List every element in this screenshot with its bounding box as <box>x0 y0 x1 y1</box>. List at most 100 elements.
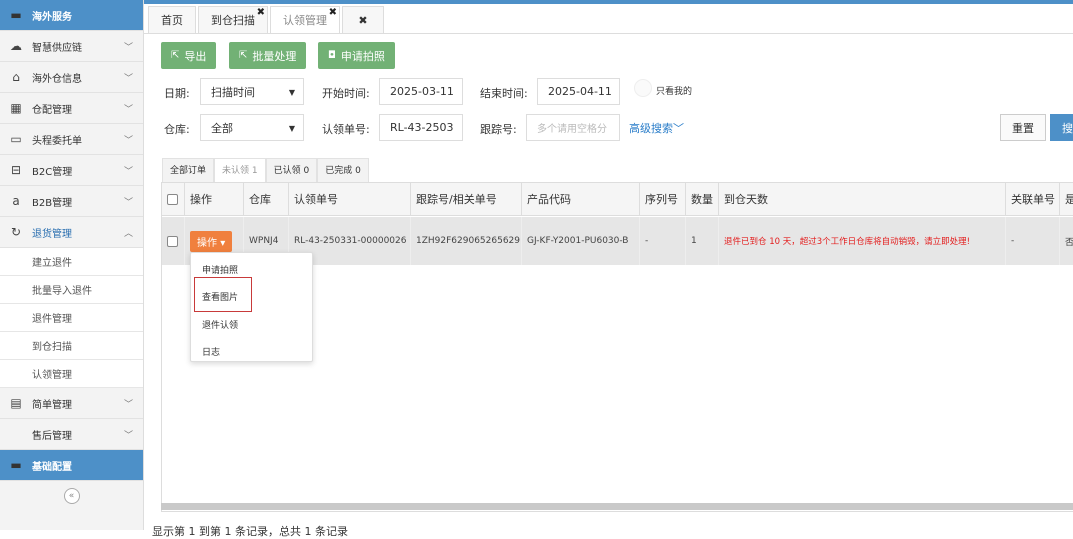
sidebar-item-b2c[interactable]: ⊟ B2C管理 ﹀ <box>0 155 143 186</box>
cell-quantity: 1 <box>686 217 719 265</box>
folder-icon: ▬ <box>10 8 22 22</box>
sidebar-sub-return-management[interactable]: 退件管理 <box>0 304 143 332</box>
chevron-down-icon: ﹀ <box>123 74 133 84</box>
chevron-up-icon: ︿ <box>123 229 133 239</box>
chevron-down-icon: ﹀ <box>123 198 133 208</box>
briefcase-icon: ▭ <box>10 132 22 146</box>
cell-product-code: GJ-KF-Y2001-PU6030-B <box>522 217 640 265</box>
sidebar-item-simple[interactable]: ▤ 简单管理 ﹀ <box>0 388 143 419</box>
col-extra: 是 <box>1065 193 1073 206</box>
refresh-icon: ↻ <box>10 225 22 239</box>
advanced-search-link[interactable]: 高级搜索﹀ <box>629 120 684 136</box>
file-icon: ▤ <box>10 396 22 410</box>
caret-down-icon: ▾ <box>220 237 226 249</box>
sidebar-sub-create-return[interactable]: 建立退件 <box>0 248 143 276</box>
close-icon[interactable]: ✖ <box>257 0 265 26</box>
chevron-down-icon: ﹀ <box>123 105 133 115</box>
col-claim-number: 认领单号 <box>289 183 411 215</box>
date-label: 日期: <box>164 87 190 100</box>
tab-home[interactable]: 首页 <box>148 6 196 33</box>
camera-icon: ◘ <box>328 50 336 61</box>
col-tracking: 跟踪号/相关单号 <box>411 183 522 215</box>
select-all-checkbox[interactable] <box>167 193 178 205</box>
collapse-icon[interactable]: « <box>63 488 80 504</box>
sidebar-item-supply-chain[interactable]: ☁ 智慧供应链 ﹀ <box>0 31 143 62</box>
batch-process-button[interactable]: ⇱ 批量处理 <box>229 42 307 69</box>
menu-item-claim-return[interactable]: 退件认领 <box>202 318 238 331</box>
amazon-icon: a <box>12 194 20 208</box>
tab-arrival-scan[interactable]: 到仓扫描 ✖ <box>198 6 268 33</box>
search-button[interactable]: 搜 <box>1050 114 1073 141</box>
sidebar-item-returns[interactable]: ↻ 退货管理 ︿ <box>0 217 143 248</box>
sidebar-item-base-config[interactable]: ▬ 基础配置 <box>0 450 143 481</box>
col-product-code: 产品代码 <box>522 183 640 215</box>
cell-tracking: 1ZH92F629065265629 <box>411 217 522 265</box>
claim-number-label: 认领单号: <box>322 123 370 136</box>
claim-number-input[interactable]: RL-43-2503 <box>379 114 463 141</box>
home-icon: ⌂ <box>12 70 20 84</box>
chevron-down-icon: ﹀ <box>123 400 133 410</box>
reset-button[interactable]: 重置 <box>1000 114 1046 141</box>
cell-days-warning: 退件已到仓 10 天，超过3个工作日仓库将自动销毁，请立即处理! <box>719 217 1006 265</box>
sidebar-collapse[interactable]: « <box>0 481 143 511</box>
sidebar-sub-arrival-scan[interactable]: 到仓扫描 <box>0 332 143 360</box>
warehouse-select[interactable]: 全部 ▼ <box>200 114 304 141</box>
caret-down-icon: ▼ <box>288 124 295 133</box>
sidebar: ▬ 海外服务 ☁ 智慧供应链 ﹀ ⌂ 海外仓信息 ﹀ ▦ 仓配管理 ﹀ ▭ 头程委托单 ﹀ ⊟ B2… <box>0 0 144 530</box>
start-time-input[interactable]: 2025-03-11 <box>379 78 463 105</box>
select-all-cell <box>162 183 185 215</box>
tab-bar: 首页 到仓扫描 ✖ 认领管理 ✖ ✖ <box>148 6 386 33</box>
table-header: 操作 仓库 认领单号 跟踪号/相关单号 产品代码 序列号 数量 到仓天数 关联单… <box>162 183 1073 216</box>
status-tabs: 全部订单 未认领 1 已认领 0 已完成 0 <box>162 158 369 182</box>
only-mine-radio[interactable] <box>634 79 652 97</box>
sidebar-item-after-sales[interactable]: 售后管理 ﹀ <box>0 419 143 450</box>
start-time-label: 开始时间: <box>322 87 370 100</box>
end-time-input[interactable]: 2025-04-11 <box>537 78 620 105</box>
close-icon: ✖ <box>358 14 368 27</box>
sidebar-item-b2b[interactable]: a B2B管理 ﹀ <box>0 186 143 217</box>
pagination-info: 显示第 1 到第 1 条记录，总共 1 条记录 <box>152 525 348 538</box>
sidebar-item-distribution[interactable]: ▦ 仓配管理 ﹀ <box>0 93 143 124</box>
chevron-down-icon: ﹀ <box>123 431 133 441</box>
col-operation: 操作 <box>185 183 244 215</box>
menu-item-request-photo[interactable]: 申请拍照 <box>202 263 238 276</box>
sidebar-item-warehouse-info[interactable]: ⌂ 海外仓信息 ﹀ <box>0 62 143 93</box>
cell-serial: - <box>640 217 686 265</box>
menu-item-log[interactable]: 日志 <box>202 345 220 358</box>
sidebar-sub-batch-import[interactable]: 批量导入退件 <box>0 276 143 304</box>
cell-extra: 否 <box>1065 237 1073 248</box>
col-quantity: 数量 <box>686 183 719 215</box>
warehouse-label: 仓库: <box>164 123 190 136</box>
date-type-select[interactable]: 扫描时间 ▼ <box>200 78 304 105</box>
sidebar-header-overseas[interactable]: ▬ 海外服务 <box>0 0 143 31</box>
row-checkbox[interactable] <box>167 235 178 247</box>
caret-down-icon: ▼ <box>288 88 295 97</box>
sidebar-item-first-leg[interactable]: ▭ 头程委托单 ﹀ <box>0 124 143 155</box>
close-icon[interactable]: ✖ <box>329 0 337 26</box>
col-related: 关联单号 <box>1006 183 1060 215</box>
col-days: 到仓天数 <box>719 183 1006 215</box>
tab-close-all[interactable]: ✖ <box>342 6 384 33</box>
only-mine-label: 只看我的 <box>656 87 693 97</box>
chevron-down-icon: ﹀ <box>123 43 133 53</box>
tracking-label: 跟踪号: <box>480 123 517 136</box>
top-bar <box>144 0 1073 4</box>
export-button[interactable]: ⇱ 导出 <box>161 42 217 69</box>
tab-completed[interactable]: 已完成 0 <box>317 158 369 182</box>
horizontal-scrollbar[interactable] <box>161 503 1073 510</box>
col-serial: 序列号 <box>640 183 686 215</box>
export-icon: ⇱ <box>171 50 180 61</box>
grid-icon: ▦ <box>10 101 22 115</box>
tab-claim-management[interactable]: 认领管理 ✖ <box>270 6 340 33</box>
tracking-input[interactable]: 多个请用空格分 <box>526 114 620 141</box>
tab-claimed[interactable]: 已认领 0 <box>265 158 318 182</box>
chevron-down-icon: ﹀ <box>673 122 684 135</box>
sidebar-sub-claim-management[interactable]: 认领管理 <box>0 360 143 388</box>
export-icon: ⇱ <box>239 50 248 61</box>
chevron-down-icon: ﹀ <box>123 167 133 177</box>
tab-all-orders[interactable]: 全部订单 <box>162 158 215 182</box>
request-photo-button[interactable]: ◘ 申请拍照 <box>318 42 395 69</box>
tab-unclaimed[interactable]: 未认领 1 <box>214 158 266 182</box>
cart-icon: ⊟ <box>10 163 22 177</box>
operation-dropdown-button[interactable]: 操作 ▾ <box>190 230 233 252</box>
